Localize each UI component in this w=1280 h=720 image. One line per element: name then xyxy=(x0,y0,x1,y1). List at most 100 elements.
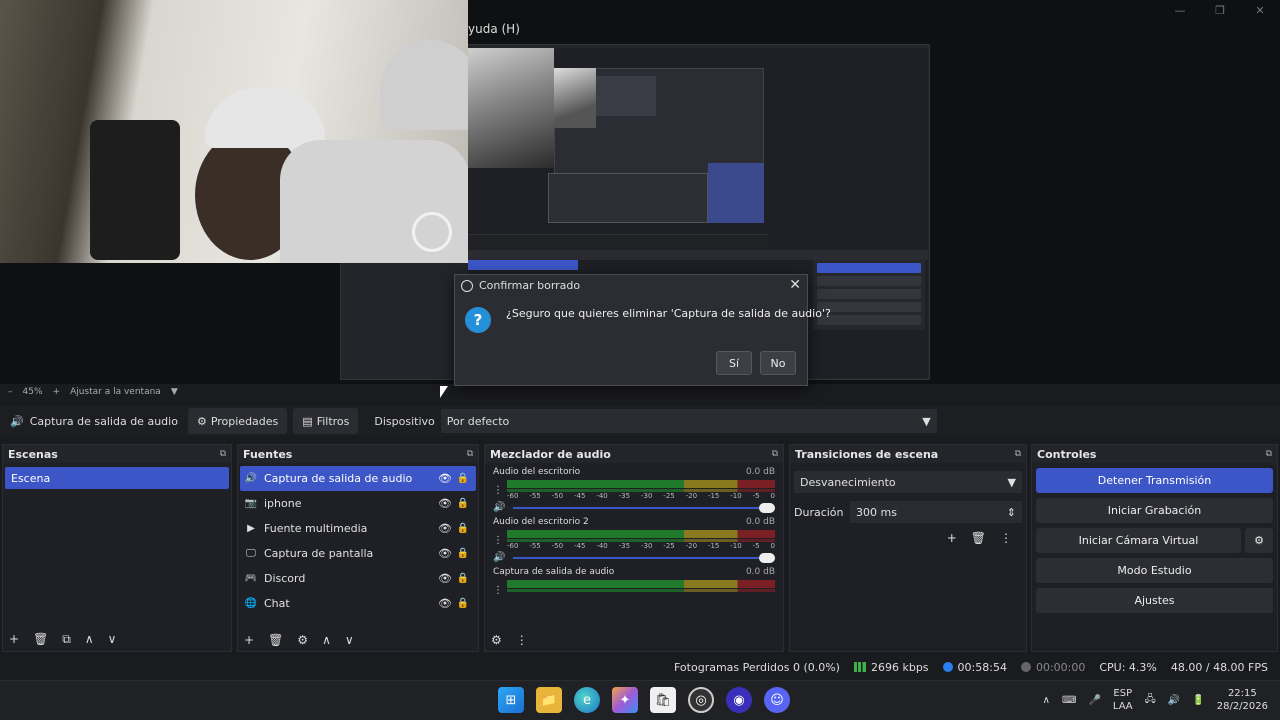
volume-meter: -60 -55 -50 -45 -40 -35 -30 -25 -20 -15 -10 -5 0 xyxy=(507,530,775,550)
play-icon: ▶ xyxy=(247,523,255,534)
dialog-close-button[interactable]: ✕ xyxy=(789,277,801,293)
volume-knob[interactable] xyxy=(759,552,775,563)
transition-select[interactable]: Desvanecimiento ▼ xyxy=(794,471,1022,493)
visibility-icon[interactable]: 👁 xyxy=(436,472,454,485)
start-icon[interactable]: ⊞ xyxy=(498,687,524,713)
source-down-button[interactable]: ∨ xyxy=(345,633,354,647)
source-properties-button[interactable]: ⚙ xyxy=(297,633,308,647)
minimize-button[interactable]: — xyxy=(1160,0,1200,20)
zoom-in-button[interactable]: + xyxy=(53,387,61,397)
scene-filters-button[interactable]: ⧉ xyxy=(62,632,71,647)
duration-field[interactable]: 300 ms ⇕ xyxy=(850,501,1022,523)
meter-tick-label: -45 xyxy=(573,542,586,550)
track-menu-icon[interactable]: ⋮ xyxy=(493,485,503,496)
network-tray-icon[interactable]: 🖧 xyxy=(1145,692,1156,709)
mute-speaker-icon[interactable]: 🔊 xyxy=(493,552,507,563)
copilot-icon[interactable]: ✦ xyxy=(612,687,638,713)
studio-mode-button[interactable]: Modo Estudio xyxy=(1036,558,1273,583)
scene-up-button[interactable]: ∧ xyxy=(85,632,94,647)
fit-dropdown-icon[interactable]: ▼ xyxy=(171,387,178,397)
lock-icon[interactable]: 🔒 xyxy=(454,598,472,609)
visibility-icon[interactable]: 👁 xyxy=(436,497,454,510)
volume-knob[interactable] xyxy=(759,502,775,513)
tray-chevron-icon[interactable]: ∧ xyxy=(1043,695,1050,706)
volume-icon[interactable]: 🔊 xyxy=(1168,695,1180,706)
app-icon[interactable]: ◉ xyxy=(726,687,752,713)
visibility-icon[interactable]: 👁 xyxy=(436,597,454,610)
edge-icon[interactable]: e xyxy=(574,687,600,713)
filters-button[interactable]: ▤ Filtros xyxy=(293,408,359,434)
volume-slider[interactable] xyxy=(513,502,775,513)
zoom-out-button[interactable]: – xyxy=(8,387,13,397)
lock-icon[interactable]: 🔒 xyxy=(454,548,472,559)
scenes-title: Escenas xyxy=(8,447,58,461)
visibility-icon[interactable]: 👁 xyxy=(436,572,454,585)
mute-speaker-icon[interactable]: 🔊 xyxy=(493,502,507,513)
stop-stream-button[interactable]: Detener Transmisión xyxy=(1036,468,1273,493)
lock-icon[interactable]: 🔒 xyxy=(454,473,472,484)
language-indicator[interactable]: ESP LAA xyxy=(1113,687,1133,713)
mixer-tracks: Audio del escritorio 0.0 dB ⋮ -60 -55 -50-… xyxy=(485,463,783,600)
source-item[interactable]: 🎮 Discord 👁 🔒 xyxy=(240,566,476,591)
obs-icon[interactable]: ◎ xyxy=(688,687,714,713)
menu-help[interactable]: yuda (H) xyxy=(468,22,520,36)
track-menu-icon[interactable]: ⋮ xyxy=(493,535,503,546)
undock-icon[interactable]: ⧉ xyxy=(220,449,226,459)
meter-tick-label: -25 xyxy=(663,542,675,550)
visibility-icon[interactable]: 👁 xyxy=(436,522,454,535)
scene-item[interactable]: Escena xyxy=(5,467,229,489)
device-select[interactable]: Por defecto ▼ xyxy=(440,409,937,433)
maximize-button[interactable]: ❐ xyxy=(1200,0,1240,20)
track-menu-icon[interactable]: ⋮ xyxy=(493,585,503,596)
source-name: Discord xyxy=(264,572,306,585)
zoom-value: 45% xyxy=(22,387,43,397)
discord-icon[interactable]: ☺ xyxy=(764,687,790,713)
mic-icon[interactable]: 🎤 xyxy=(1088,695,1100,706)
cpu-usage: CPU: 4.3% xyxy=(1099,660,1157,674)
no-button[interactable]: No xyxy=(760,351,796,375)
virtual-cam-settings-icon[interactable]: ⚙ xyxy=(1245,528,1273,553)
clock-time: 22:15 xyxy=(1227,688,1257,699)
add-scene-button[interactable]: + xyxy=(9,632,19,647)
fit-window-label[interactable]: Ajustar a la ventana xyxy=(70,387,161,397)
mixer-menu-button[interactable]: ⋮ xyxy=(516,633,528,647)
visibility-icon[interactable]: 👁 xyxy=(436,547,454,560)
properties-button[interactable]: ⚙ Propiedades xyxy=(187,408,288,434)
lock-icon[interactable]: 🔒 xyxy=(454,498,472,509)
store-icon[interactable]: 🛍 xyxy=(650,687,676,713)
close-window-button[interactable]: ✕ xyxy=(1240,0,1280,20)
settings-button[interactable]: Ajustes xyxy=(1036,588,1273,613)
add-transition-button[interactable]: + xyxy=(947,531,957,545)
undock-icon[interactable]: ⧉ xyxy=(467,449,473,459)
source-item[interactable]: 🔊 Captura de salida de audio 👁 🔒 xyxy=(240,466,476,491)
keyboard-icon[interactable]: ⌨ xyxy=(1062,695,1076,706)
start-recording-button[interactable]: Iniciar Grabación xyxy=(1036,498,1273,523)
live-time: 00:58:54 xyxy=(957,660,1007,674)
battery-icon[interactable]: 🔋 xyxy=(1192,695,1204,706)
source-item[interactable]: 🖵 Captura de pantalla 👁 🔒 xyxy=(240,541,476,566)
stepper-icon[interactable]: ⇕ xyxy=(1007,506,1016,519)
undock-icon[interactable]: ⧉ xyxy=(1015,449,1021,459)
source-item[interactable]: ▶ Fuente multimedia 👁 🔒 xyxy=(240,516,476,541)
file-explorer-icon[interactable]: 📁 xyxy=(536,687,562,713)
mixer-settings-button[interactable]: ⚙ xyxy=(491,633,502,647)
source-item[interactable]: 🌐 Chat 👁 🔒 xyxy=(240,591,476,616)
remove-scene-button[interactable]: 🗑 xyxy=(33,632,48,647)
add-source-button[interactable]: + xyxy=(244,633,254,647)
transition-menu-button[interactable]: ⋮ xyxy=(1000,531,1012,545)
undock-icon[interactable]: ⧉ xyxy=(1266,449,1272,459)
scene-down-button[interactable]: ∨ xyxy=(108,632,117,647)
meter-tick-label: 0 xyxy=(770,542,775,550)
undock-icon[interactable]: ⧉ xyxy=(772,449,778,459)
clock[interactable]: 22:15 28/2/2026 xyxy=(1217,687,1268,713)
remove-source-button[interactable]: 🗑 xyxy=(268,633,283,647)
lock-icon[interactable]: 🔒 xyxy=(454,573,472,584)
volume-slider[interactable] xyxy=(513,552,775,563)
lock-icon[interactable]: 🔒 xyxy=(454,523,472,534)
remove-transition-button[interactable]: 🗑 xyxy=(971,531,986,545)
source-up-button[interactable]: ∧ xyxy=(322,633,331,647)
source-item[interactable]: 📷 iphone 👁 🔒 xyxy=(240,491,476,516)
yes-button[interactable]: Sí xyxy=(716,351,752,375)
source-toolbar: 🔊 Captura de salida de audio ⚙ Propiedad… xyxy=(0,406,1280,436)
start-virtual-cam-button[interactable]: Iniciar Cámara Virtual xyxy=(1036,528,1241,553)
